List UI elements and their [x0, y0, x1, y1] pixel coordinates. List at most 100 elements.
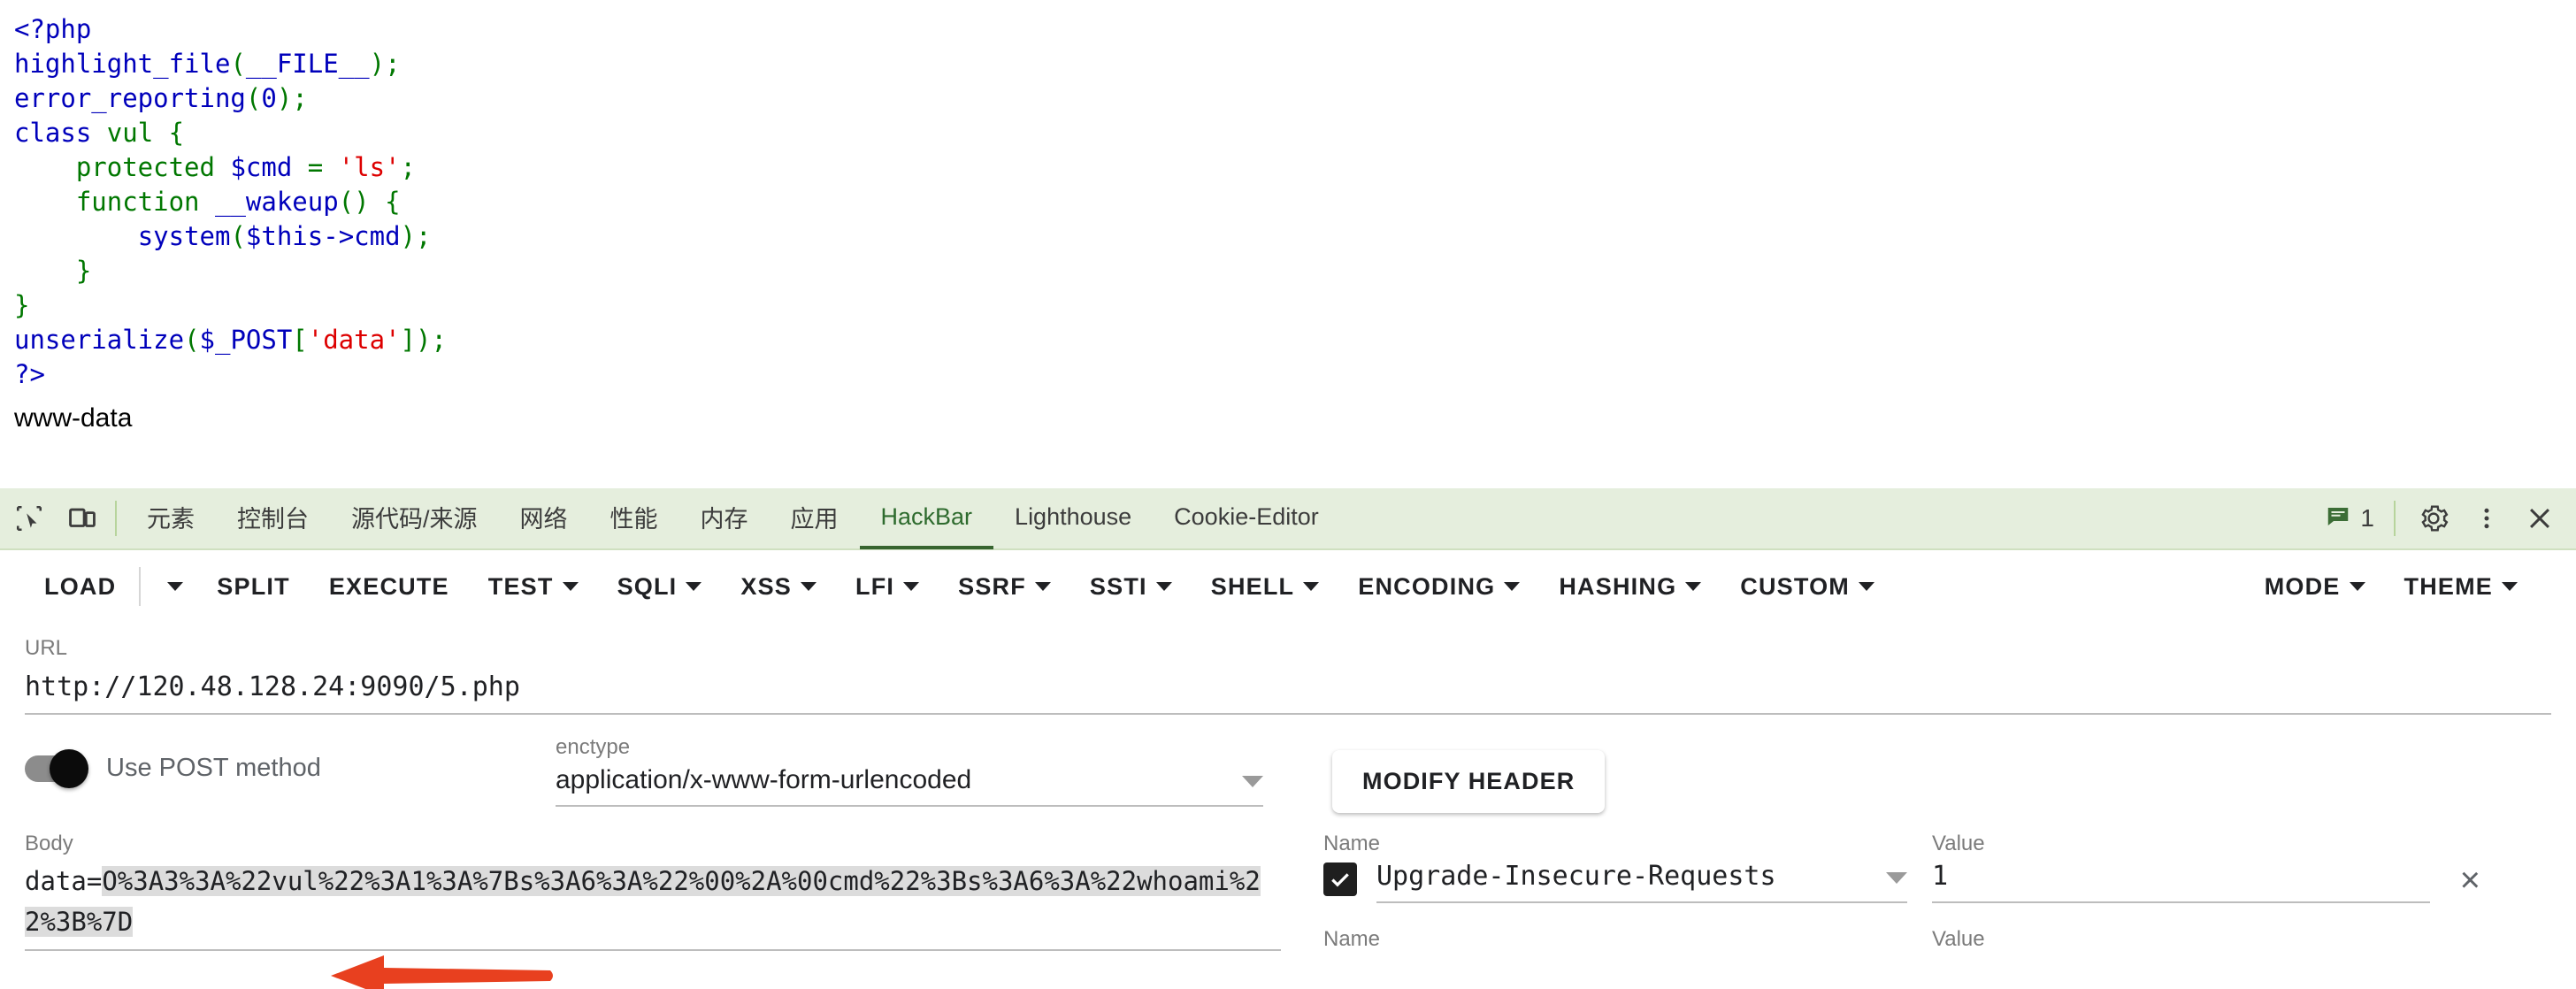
php-token: vul [91, 118, 169, 148]
devtools-tab-3[interactable]: 网络 [499, 487, 589, 549]
button-label: HASHING [1559, 572, 1677, 600]
php-token: -> [323, 221, 355, 251]
remove-header-button[interactable]: × [2460, 862, 2480, 898]
hackbar-button-mode[interactable]: MODE [2245, 562, 2385, 611]
hackbar-button-hashing[interactable]: HASHING [1539, 562, 1721, 611]
php-line-7: } [14, 254, 2576, 288]
messages-count: 1 [2360, 504, 2374, 532]
devtools-tab-7[interactable]: HackBar [859, 487, 994, 549]
hackbar-button-ssrf[interactable]: SSRF [939, 562, 1070, 611]
php-line-1: highlight_file(__FILE__); [14, 47, 2576, 81]
php-source-listing: <?php highlight_file(__FILE__); error_repo… [0, 0, 2576, 488]
button-label: THEME [2404, 572, 2493, 600]
body-field-group: Body data=O%3A3%3A%22vul%22%3A1%3A%7Bs%3… [25, 831, 1281, 953]
hackbar-button-xss[interactable]: XSS [721, 562, 836, 611]
hackbar-button-lfi[interactable]: LFI [836, 562, 939, 611]
devtools-tab-1[interactable]: 控制台 [216, 487, 330, 549]
modify-header-wrap: MODIFY HEADER [1332, 734, 1606, 813]
php-line-8: } [14, 288, 2576, 323]
button-label: SQLI [617, 572, 678, 600]
headers-group: Name Upgrade-Insecure-Requests Value 1 ×… [1323, 831, 2500, 953]
php-token: } [14, 256, 92, 286]
header-value-line: 1 × [1932, 857, 2480, 903]
devtools-tab-9[interactable]: Cookie-Editor [1153, 487, 1340, 549]
hackbar-button-encoding[interactable]: ENCODING [1338, 562, 1539, 611]
php-token: ; [292, 83, 308, 113]
php-token: __wakeup [214, 187, 339, 217]
devtools-tab-6[interactable]: 应用 [770, 487, 860, 549]
php-token: ( [230, 221, 246, 251]
devtools-tab-label: 应用 [790, 505, 839, 533]
php-token: 'ls' [338, 152, 401, 182]
devtools-tab-0[interactable]: 元素 [126, 487, 216, 549]
hackbar-button-load[interactable]: LOAD [25, 562, 135, 611]
enctype-label: enctype [556, 735, 631, 759]
modify-header-button[interactable]: MODIFY HEADER [1332, 750, 1606, 813]
php-token: ) [416, 325, 432, 355]
header-enabled-checkbox[interactable] [1323, 862, 1357, 896]
php-token: ( [245, 83, 262, 113]
button-label: SSTI [1089, 572, 1147, 600]
hackbar-button-split[interactable]: SPLIT [197, 562, 310, 611]
toolbar-divider-2 [2394, 501, 2396, 536]
gear-icon[interactable] [2410, 493, 2457, 544]
load-dropdown-button[interactable] [144, 562, 197, 611]
php-line-3: class vul { [14, 116, 2576, 150]
button-label: EXECUTE [328, 572, 449, 600]
chevron-down-icon [1504, 582, 1521, 591]
php-token: [ [292, 325, 308, 355]
header-name-select[interactable]: Upgrade-Insecure-Requests [1376, 857, 1907, 896]
php-token: ) [369, 49, 386, 79]
messages-indicator[interactable]: 1 [2325, 503, 2374, 534]
header-value-label-2: Value [1932, 927, 1985, 951]
php-token: $this [245, 221, 324, 251]
device-toolbar-icon[interactable] [58, 493, 106, 544]
devtools-tab-5[interactable]: 内存 [679, 487, 770, 549]
toolbar-split-divider [139, 567, 142, 606]
inspect-element-icon[interactable] [5, 493, 53, 544]
body-underline [25, 949, 1281, 951]
header-value-col-2: Value [1932, 926, 2480, 953]
php-token: = [292, 152, 339, 182]
devtools-tab-8[interactable]: Lighthouse [993, 487, 1153, 549]
hackbar-button-ssti[interactable]: SSTI [1070, 562, 1192, 611]
header-name-line: Upgrade-Insecure-Requests [1323, 857, 1907, 903]
php-token: protected [14, 152, 231, 182]
php-token: $cmd [230, 152, 293, 182]
hackbar-button-test[interactable]: TEST [469, 562, 598, 611]
chevron-down-icon-header [1886, 872, 1907, 884]
hackbar-toolbar-right: MODE THEME [2245, 562, 2576, 611]
php-token: ] [400, 325, 416, 355]
devtools-tab-4[interactable]: 性能 [589, 487, 679, 549]
button-label: XSS [740, 572, 793, 600]
enctype-select[interactable]: application/x-www-form-urlencoded [556, 761, 1263, 800]
chevron-down-icon [562, 582, 579, 591]
php-token: highlight_file [14, 49, 231, 79]
php-token: { [385, 187, 401, 217]
php-token: unserialize [14, 325, 185, 355]
php-token: system [137, 221, 231, 251]
devtools-tab-2[interactable]: 源代码/来源 [330, 487, 499, 549]
php-token: __FILE__ [245, 49, 370, 79]
hackbar-button-custom[interactable]: CUSTOM [1721, 562, 1894, 611]
hackbar-button-theme[interactable]: THEME [2385, 562, 2538, 611]
hackbar-button-sqli[interactable]: SQLI [598, 562, 722, 611]
close-icon[interactable] [2516, 493, 2564, 544]
header-row: Name Upgrade-Insecure-Requests Value 1 × [1323, 831, 2500, 903]
php-token: class [14, 118, 92, 148]
chevron-down-icon [2502, 582, 2518, 591]
chevron-down-icon [903, 582, 920, 591]
hackbar-button-shell[interactable]: SHELL [1192, 562, 1339, 611]
php-token: ; [431, 325, 447, 355]
button-label: SSRF [958, 572, 1026, 600]
url-input[interactable]: http://120.48.128.24:9090/5.php [25, 662, 2551, 708]
body-textarea[interactable]: data=O%3A3%3A%22vul%22%3A1%3A%7Bs%3A6%3A… [25, 857, 1281, 942]
check-icon [1331, 873, 1349, 887]
hackbar-button-execute[interactable]: EXECUTE [310, 562, 469, 611]
kebab-menu-icon[interactable] [2463, 493, 2511, 544]
header-name-underline [1376, 901, 1907, 903]
php-token: <?php [14, 14, 92, 44]
use-post-method-toggle[interactable]: Use POST method [25, 734, 556, 788]
php-token: ( [230, 49, 246, 79]
header-value-input[interactable]: 1 [1932, 857, 2430, 896]
